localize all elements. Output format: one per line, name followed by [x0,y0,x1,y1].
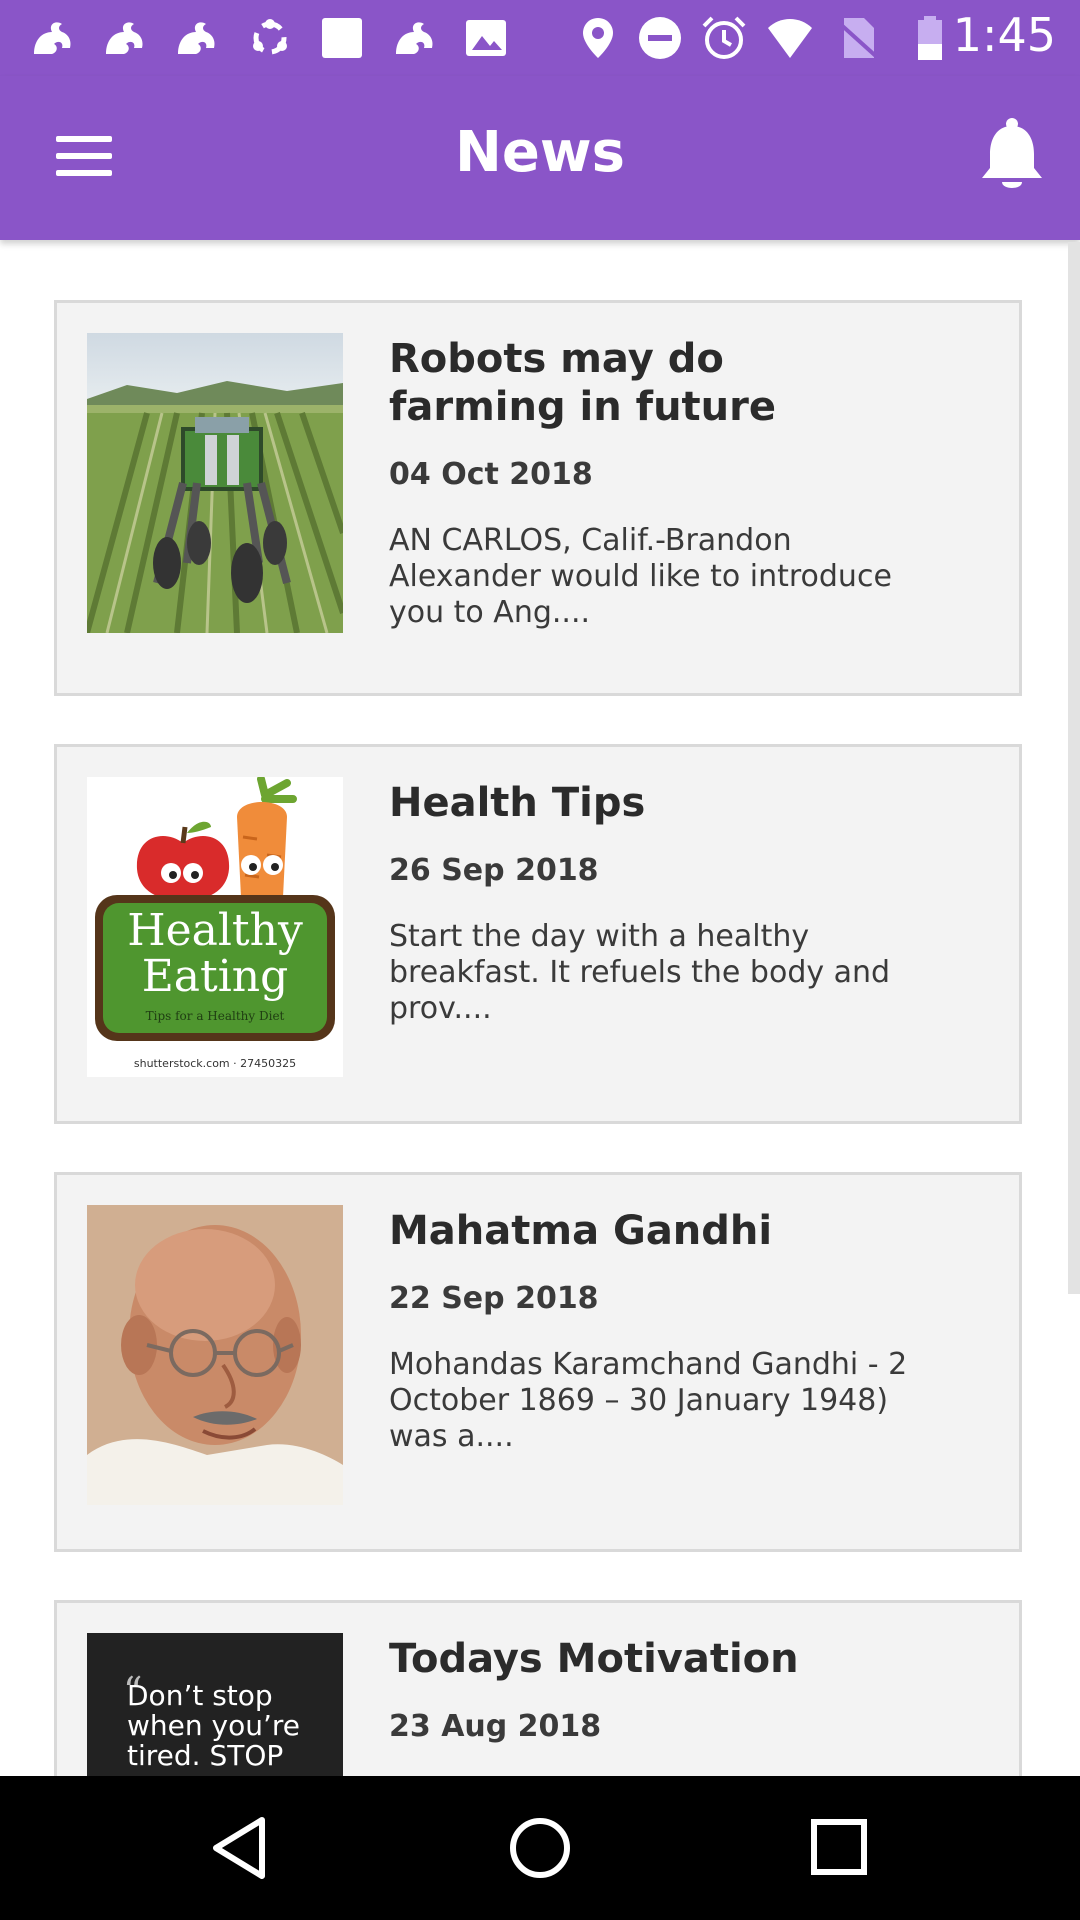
status-bar: 1:45 [0,0,1080,76]
news-card[interactable]: Healthy Eating Tips for a Healthy Diet s… [54,744,1022,1124]
square-icon [322,18,362,58]
thumb-text-line1: Healthy [127,905,303,956]
healthy-eating-illustration: Healthy Eating Tips for a Healthy Diet s… [87,777,343,1077]
alarm-icon [702,16,746,59]
thumb-quote: Don’t stop when you’re tired. STOP [127,1679,300,1772]
motivational-quote-image: Don’t stop when you’re tired. STOP “ [87,1633,343,1776]
news-card[interactable]: Robots may do farming in future 04 Oct 2… [54,300,1022,696]
uc-browser-icon [34,22,71,54]
thumb-credit: shutterstock.com · 27450325 [133,1057,297,1070]
quote-mark-icon: “ [123,1669,143,1713]
gandhi-portrait [87,1205,343,1505]
thumb-text-line2: Eating [141,951,289,1002]
battery-icon [918,16,942,60]
wifi-icon [768,19,812,58]
article-date: 22 Sep 2018 [389,1281,599,1316]
navigation-bar [0,1776,1080,1920]
home-icon[interactable] [498,1806,582,1890]
thumb-subtitle: Tips for a Healthy Diet [145,1009,285,1023]
no-sim-icon [836,18,880,60]
location-icon [583,18,613,58]
recents-icon[interactable] [798,1806,882,1890]
article-title: Health Tips [389,780,646,826]
app-bar: News [0,76,1080,240]
uc-browser-icon [178,22,215,54]
article-excerpt: AN CARLOS, Calif.-Brandon Alexander woul… [389,523,892,630]
news-card[interactable]: Don’t stop when you’re tired. STOP “ Tod… [54,1600,1022,1776]
news-card[interactable]: Mahatma Gandhi 22 Sep 2018 Mohandas Kara… [54,1172,1022,1552]
clock: 1:45 [952,8,1056,62]
news-feed: Robots may do farming in future 04 Oct 2… [0,240,1080,1776]
article-date: 23 Aug 2018 [389,1709,602,1744]
uc-browser-icon [396,22,433,54]
sync-icon [253,19,287,55]
article-excerpt: Mohandas Karamchand Gandhi - 2 October 1… [389,1347,908,1454]
article-title: Todays Motivation [389,1636,799,1682]
bell-icon[interactable] [970,114,1054,198]
page-title: News [455,120,625,185]
do-not-disturb-icon [639,17,681,59]
back-icon[interactable] [198,1806,282,1890]
image-icon [466,20,506,56]
farm-robot-photo [87,333,343,633]
article-date: 04 Oct 2018 [389,457,593,492]
article-excerpt: Start the day with a healthy breakfast. … [389,919,891,1026]
article-title: Robots may do farming in future [389,336,776,430]
article-date: 26 Sep 2018 [389,853,599,888]
article-title: Mahatma Gandhi [389,1208,773,1254]
uc-browser-icon [106,22,143,54]
